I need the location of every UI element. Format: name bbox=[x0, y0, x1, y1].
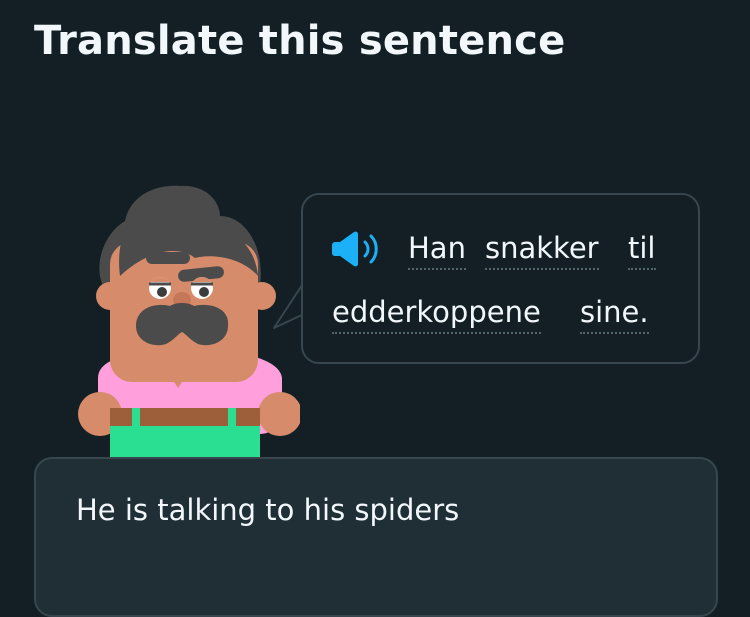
speech-bubble bbox=[301, 193, 700, 364]
speaker-icon[interactable] bbox=[330, 230, 384, 268]
answer-text: He is talking to his spiders bbox=[76, 493, 460, 527]
prompt-word-han[interactable]: Han bbox=[408, 230, 466, 270]
prompt-word-snakker[interactable]: snakker bbox=[485, 230, 599, 270]
character-avatar bbox=[78, 185, 300, 466]
prompt-word-til[interactable]: til bbox=[628, 230, 656, 270]
prompt-word-sine[interactable]: sine. bbox=[580, 294, 649, 334]
answer-input[interactable]: He is talking to his spiders bbox=[34, 457, 718, 617]
prompt-word-edderkoppene[interactable]: edderkoppene bbox=[332, 294, 541, 334]
page-title: Translate this sentence bbox=[34, 18, 566, 64]
